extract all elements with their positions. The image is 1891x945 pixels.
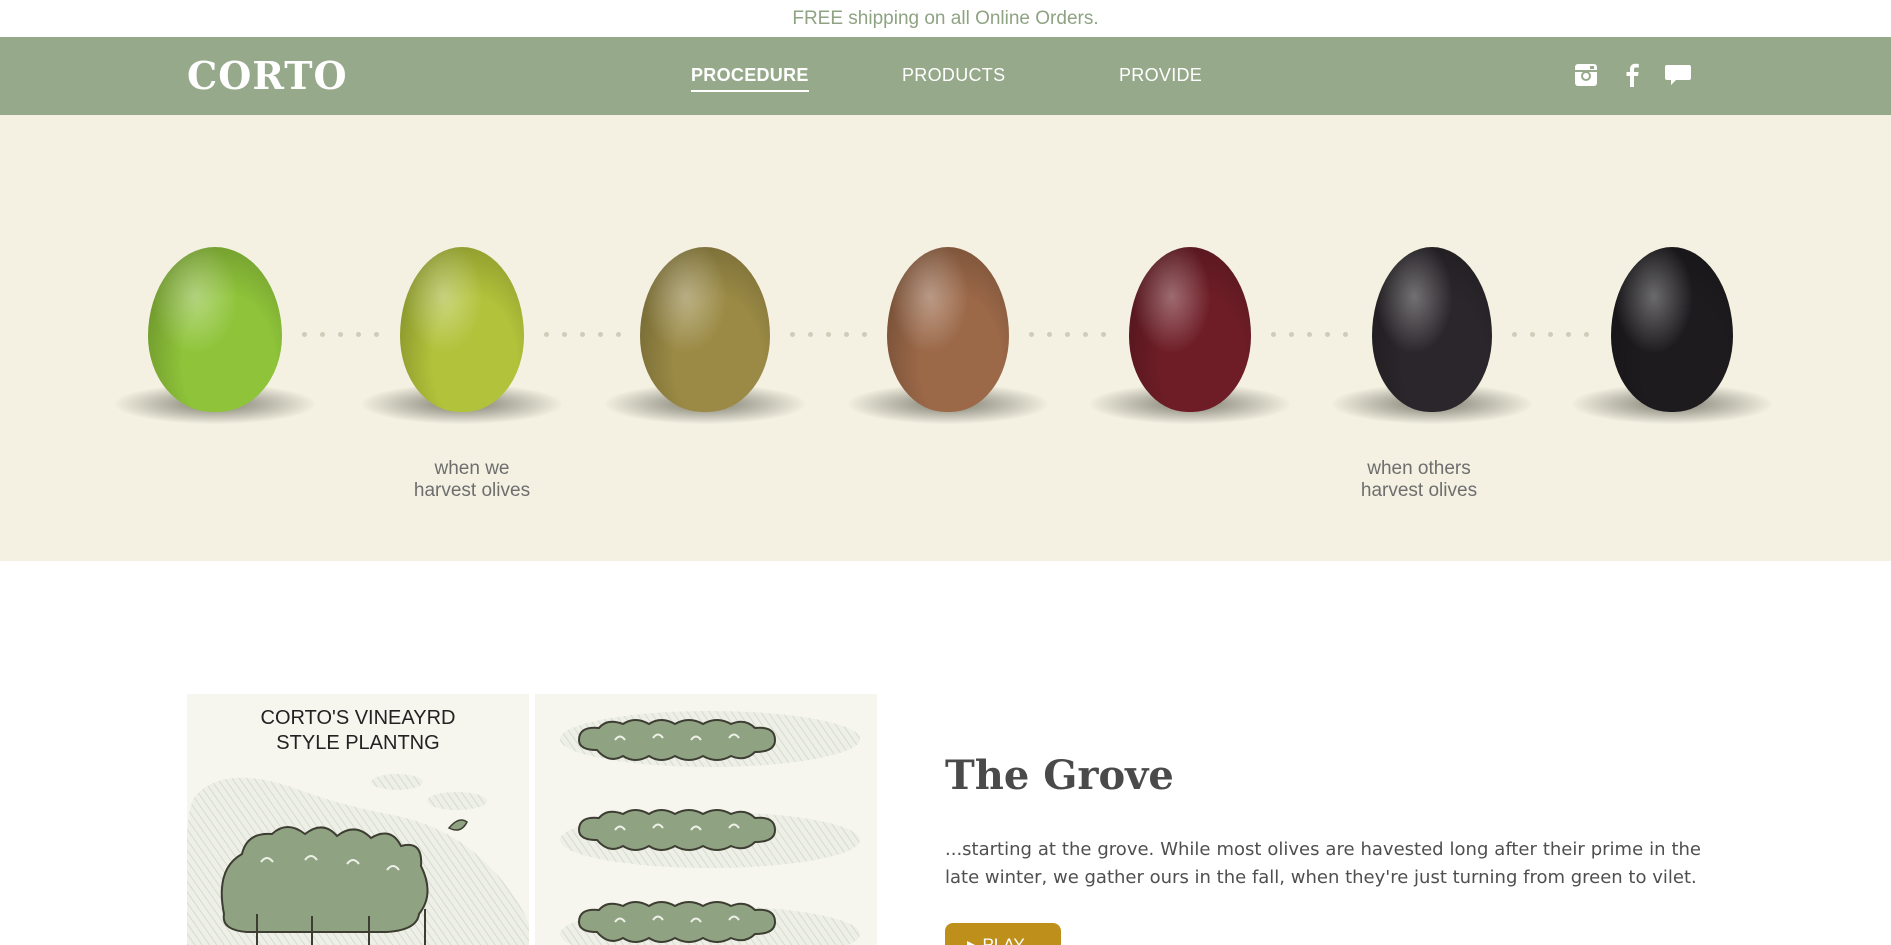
connector-dot	[1325, 332, 1330, 337]
olive-stage-5	[1129, 247, 1251, 412]
nav-provide[interactable]: PROVIDE	[1119, 65, 1202, 86]
nav-procedure[interactable]: PROCEDURE	[691, 65, 809, 92]
site-logo[interactable]: CORTO	[187, 53, 348, 98]
section-title: The Grove	[945, 752, 1174, 799]
connector-dot	[1566, 332, 1571, 337]
olive-stage-7	[1611, 247, 1733, 412]
connector-dots	[544, 332, 621, 338]
olive-ripeness-hero: when we harvest olives when others harve…	[0, 115, 1891, 561]
connector-dot	[1101, 332, 1106, 337]
hedgerow-planting-illustration	[535, 694, 877, 945]
connector-dot	[1289, 332, 1294, 337]
connector-dot	[1029, 332, 1034, 337]
connector-dot	[1083, 332, 1088, 337]
connector-dot	[1047, 332, 1052, 337]
olive-stage-6	[1372, 247, 1492, 412]
facebook-icon[interactable]	[1618, 61, 1646, 89]
connector-dots	[1271, 332, 1348, 338]
connector-dot	[862, 332, 867, 337]
tree-hedge-graphic	[187, 774, 529, 945]
caption-when-we-harvest: when we harvest olives	[372, 458, 572, 502]
connector-dot	[826, 332, 831, 337]
connector-dot	[1307, 332, 1312, 337]
connector-dot	[1512, 332, 1517, 337]
play-button-label: PLAY	[982, 935, 1025, 945]
connector-dot	[808, 332, 813, 337]
chat-icon[interactable]	[1664, 61, 1692, 89]
vineyard-planting-illustration: CORTO'S VINEAYRD STYLE PLANTNG	[187, 694, 529, 945]
caption-right-line-2: harvest olives	[1360, 480, 1478, 501]
olive-stage-3	[640, 247, 770, 412]
connector-dot	[598, 332, 603, 337]
connector-dot	[320, 332, 325, 337]
connector-dot	[544, 332, 549, 337]
connector-dot	[1271, 332, 1276, 337]
nav-procedure-label: PROCEDURE	[691, 65, 809, 85]
olive-stage-4	[887, 247, 1009, 412]
play-icon: ▶	[967, 937, 978, 945]
connector-dot	[1343, 332, 1348, 337]
nav-products-label: PRODUCTS	[902, 65, 1006, 85]
connector-dots	[1029, 332, 1106, 338]
section-body-text: ...starting at the grove. While most oli…	[945, 839, 1701, 888]
connector-dots	[1512, 332, 1589, 338]
active-nav-underline	[691, 90, 809, 92]
connector-dot	[1584, 332, 1589, 337]
caption-when-others-harvest: when others harvest olives	[1319, 458, 1519, 502]
play-button[interactable]: ▶ PLAY	[945, 923, 1061, 945]
connector-dot	[374, 332, 379, 337]
connector-dots	[790, 332, 867, 338]
caption-left-line-2: harvest olives	[413, 480, 531, 501]
connector-dot	[1530, 332, 1535, 337]
olive-stage-1	[148, 247, 282, 412]
connector-dot	[580, 332, 585, 337]
promo-text: FREE shipping on all Online Orders.	[792, 7, 1099, 29]
connector-dot	[844, 332, 849, 337]
main-navbar: CORTO PROCEDURE PRODUCTS PROVIDE	[0, 37, 1891, 115]
connector-dot	[616, 332, 621, 337]
instagram-icon[interactable]	[1572, 61, 1600, 89]
nav-provide-label: PROVIDE	[1119, 65, 1203, 85]
connector-dot	[1548, 332, 1553, 337]
connector-dots	[302, 332, 379, 338]
connector-dot	[338, 332, 343, 337]
caption-left-line-1: when we	[434, 458, 510, 479]
caption-right-line-1: when others	[1367, 458, 1471, 479]
hedgerow-graphic	[560, 711, 860, 945]
olive-stage-2	[400, 247, 524, 412]
connector-dot	[356, 332, 361, 337]
connector-dot	[302, 332, 307, 337]
promo-banner: FREE shipping on all Online Orders.	[0, 0, 1891, 37]
connector-dot	[1065, 332, 1070, 337]
connector-dot	[790, 332, 795, 337]
nav-products[interactable]: PRODUCTS	[902, 65, 1005, 86]
connector-dot	[562, 332, 567, 337]
